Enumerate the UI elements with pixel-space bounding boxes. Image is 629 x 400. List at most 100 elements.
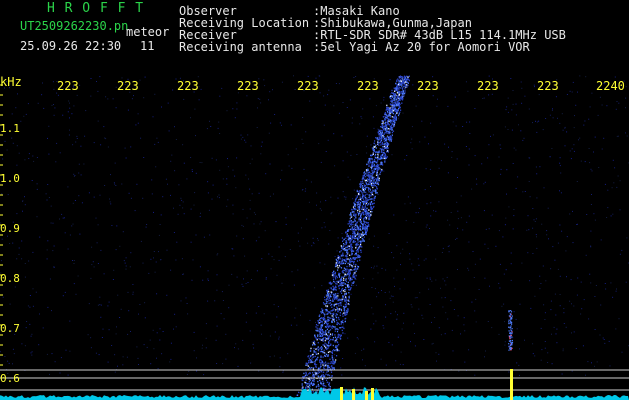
noise-speck: [315, 321, 316, 323]
meteor-speck: [380, 131, 382, 134]
noise-speck: [438, 167, 440, 169]
meteor-speck: [317, 324, 319, 327]
noise-speck: [591, 170, 593, 172]
noise-speck: [502, 236, 504, 238]
noise-speck: [9, 243, 11, 244]
meteor-speck: [328, 312, 330, 314]
meteor-speck: [369, 202, 371, 204]
noise-speck: [319, 208, 321, 210]
meteor-speck: [372, 189, 374, 191]
noise-speck: [532, 253, 534, 254]
noise-speck: [12, 142, 14, 144]
meteor-speck: [335, 359, 337, 361]
noise-speck: [278, 336, 280, 338]
noise-speck: [2, 296, 4, 298]
meteor-speck: [347, 286, 349, 288]
meteor-speck: [327, 364, 329, 367]
noise-speck: [280, 179, 281, 181]
meteor-speck: [393, 124, 395, 126]
noise-speck: [576, 181, 578, 182]
meteor-speck: [321, 324, 324, 327]
meteor-speck: [395, 118, 397, 120]
meteor-speck: [312, 374, 314, 377]
noise-speck: [22, 210, 23, 212]
meteor-speck: [377, 182, 379, 184]
noise-speck: [281, 169, 283, 171]
meteor-speck: [351, 243, 353, 245]
meteor-speck: [320, 317, 322, 319]
meteor-speck: [331, 355, 333, 357]
noise-speck: [410, 341, 411, 343]
noise-speck: [308, 363, 310, 365]
noise-speck: [97, 90, 99, 92]
meteor-speck: [351, 266, 353, 268]
noise-speck: [274, 114, 276, 115]
noise-speck: [300, 314, 301, 316]
meteor-speck: [357, 211, 359, 213]
meteor-speck: [320, 382, 322, 384]
meteor-speck: [355, 228, 358, 231]
meteor-speck: [378, 142, 380, 144]
noise-speck: [146, 346, 148, 348]
noise-speck: [606, 217, 608, 218]
meteor-speck: [326, 309, 328, 311]
meteor-speck: [376, 151, 378, 153]
noise-speck: [377, 272, 379, 274]
meteor-speck: [312, 344, 314, 346]
noise-speck: [534, 295, 536, 297]
meteor-speck: [320, 311, 322, 313]
noise-speck: [111, 225, 113, 226]
signal-spot: [510, 348, 512, 350]
noise-speck: [201, 162, 203, 164]
noise-speck: [434, 317, 436, 318]
meteor-speck: [357, 268, 359, 270]
meteor-speck: [319, 333, 321, 335]
noise-speck: [195, 135, 196, 137]
noise-speck: [207, 280, 209, 281]
meteor-speck: [354, 240, 357, 243]
noise-speck: [590, 246, 592, 248]
signal-spot: [508, 321, 510, 323]
noise-speck: [9, 303, 11, 305]
noise-speck: [227, 199, 229, 201]
noise-speck: [570, 158, 572, 160]
meteor-speck: [322, 317, 324, 319]
noise-speck: [348, 298, 350, 300]
meteor-speck: [390, 100, 392, 102]
noise-speck: [205, 323, 207, 325]
meteor-speck: [362, 182, 364, 184]
meteor-speck: [347, 223, 349, 225]
noise-speck: [18, 152, 20, 154]
noise-speck: [319, 75, 321, 77]
meteor-speck: [368, 209, 370, 211]
noise-speck: [529, 196, 531, 198]
meteor-speck: [401, 76, 404, 78]
noise-speck: [357, 338, 359, 340]
noise-speck: [411, 126, 413, 128]
meteor-speck: [318, 319, 320, 321]
noise-speck: [406, 241, 408, 243]
signal-spot: [510, 325, 512, 327]
noise-speck: [113, 182, 115, 184]
meteor-speck: [372, 153, 374, 155]
noise-speck: [207, 300, 209, 302]
noise-speck: [264, 230, 266, 232]
noise-speck: [160, 259, 162, 261]
noise-speck: [295, 148, 297, 150]
noise-speck: [180, 300, 182, 302]
noise-speck: [566, 94, 568, 95]
meteor-speck: [357, 239, 359, 241]
meteor-speck: [340, 263, 342, 265]
meteor-speck: [337, 349, 339, 351]
noise-speck: [59, 152, 61, 154]
meteor-speck: [383, 140, 385, 143]
noise-speck: [588, 148, 590, 149]
noise-speck: [271, 256, 273, 258]
meteor-speck: [327, 362, 329, 364]
meteor-speck: [349, 276, 352, 279]
meteor-speck: [389, 107, 391, 109]
meteor-speck: [306, 387, 308, 389]
noise-speck: [569, 90, 571, 92]
meteor-speck: [321, 309, 323, 312]
meteor-speck: [338, 343, 340, 346]
